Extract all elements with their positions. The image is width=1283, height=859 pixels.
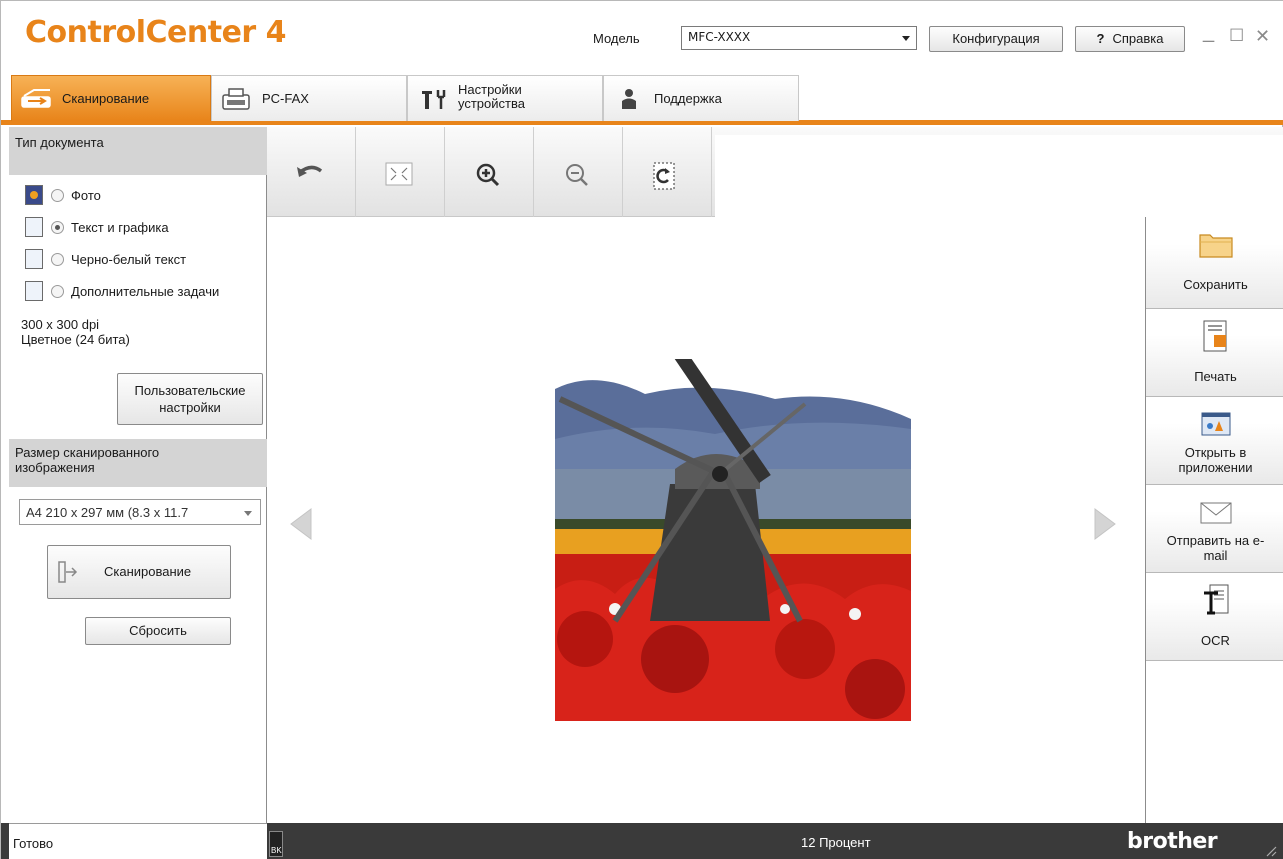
open-in-app-label: Открыть в приложении — [1178, 445, 1253, 475]
color-mode-value: Цветное (24 бита) — [21, 332, 130, 347]
custom-settings-label-2: настройки — [159, 400, 221, 415]
ink-label: BK — [271, 846, 282, 855]
model-label: Модель — [593, 31, 640, 46]
zoom-in-button[interactable] — [445, 127, 534, 217]
person-icon — [622, 89, 636, 109]
extra-tasks-doc-icon — [25, 281, 43, 301]
title-bar: ControlCenter 4 Модель MFC-XXXX Конфигур… — [1, 1, 1283, 71]
brand-logo: brother — [1127, 829, 1218, 854]
tab-device-settings[interactable]: Настройки устройства — [407, 75, 603, 121]
radio-text-graphics[interactable] — [51, 221, 64, 234]
status-area: Готово — [9, 823, 267, 859]
undo-button[interactable] — [267, 127, 356, 217]
resolution-info: 300 x 300 dpi Цветное (24 бита) — [21, 317, 130, 347]
print-label: Печать — [1194, 369, 1237, 384]
tab-support[interactable]: Поддержка — [603, 75, 799, 121]
tab-scan-label: Сканирование — [62, 91, 150, 106]
print-action-button[interactable]: Печать — [1146, 309, 1283, 397]
ocr-label: OCR — [1201, 633, 1230, 648]
tools-icon — [422, 90, 446, 109]
status-text: Готово — [13, 836, 54, 851]
radio-photo[interactable] — [51, 189, 64, 202]
scan-size-select[interactable]: A4 210 x 297 мм (8.3 x 11.7 — [19, 499, 261, 525]
photo-doc-icon — [25, 185, 43, 205]
model-select-value: MFC-XXXX — [688, 30, 751, 44]
fax-icon — [222, 88, 250, 110]
custom-settings-label-1: Пользовательские — [134, 383, 246, 398]
tab-pc-fax-label: PC-FAX — [262, 91, 309, 106]
scan-button-label: Сканирование — [104, 564, 192, 579]
tab-scan[interactable]: Сканирование — [11, 75, 211, 121]
configuration-button[interactable]: Конфигурация — [929, 26, 1063, 52]
document-type-header: Тип документа — [9, 127, 267, 175]
custom-settings-button[interactable]: Пользовательские настройки — [117, 373, 263, 425]
bw-text-doc-icon — [25, 249, 43, 269]
help-button[interactable]: ? Справка — [1075, 26, 1185, 52]
radio-bw-text[interactable] — [51, 253, 64, 266]
zoom-in-icon — [476, 163, 500, 187]
ocr-action-button[interactable]: OCR — [1146, 573, 1283, 661]
scan-size-header: Размер сканированного изображения — [9, 439, 267, 487]
doctype-text-graphics-label: Текст и графика — [71, 220, 169, 235]
close-icon[interactable]: ✕ — [1255, 26, 1270, 47]
chevron-down-icon — [244, 511, 252, 516]
scanner-icon — [21, 89, 51, 108]
save-label: Сохранить — [1183, 277, 1248, 292]
app-window-icon — [1201, 412, 1231, 436]
minimize-icon[interactable]: _ — [1203, 21, 1214, 44]
save-action-button[interactable]: Сохранить — [1146, 217, 1283, 309]
resize-grip-icon[interactable] — [1263, 843, 1277, 857]
doctype-bw-text-label: Черно-белый текст — [71, 252, 187, 267]
print-icon — [1203, 320, 1227, 352]
help-label: Справка — [1112, 31, 1164, 46]
next-page-arrow[interactable] — [1091, 507, 1119, 541]
open-in-app-action-button[interactable]: Открыть в приложении — [1146, 397, 1283, 485]
radio-extra-tasks[interactable] — [51, 285, 64, 298]
previous-page-arrow[interactable] — [287, 507, 315, 541]
window-controls: _ ☐ ✕ — [1201, 21, 1281, 53]
folder-icon — [1199, 234, 1233, 258]
zoom-percent: 12 Процент — [801, 835, 871, 850]
app-logo: ControlCenter 4 — [25, 15, 287, 50]
help-icon: ? — [1096, 31, 1105, 46]
reset-button[interactable]: Сбросить — [85, 617, 231, 645]
control-center-window: ControlCenter 4 Модель MFC-XXXX Конфигур… — [0, 0, 1283, 859]
doctype-photo-label: Фото — [71, 188, 101, 203]
send-email-label: Отправить на e-mail — [1166, 533, 1265, 563]
tab-device-settings-label: Настройки устройства — [458, 82, 525, 111]
tab-pc-fax[interactable]: PC-FAX — [211, 75, 407, 121]
scanned-windmill-image — [555, 359, 911, 721]
status-bar: Готово BK 12 Процент brother — [1, 823, 1283, 859]
model-select[interactable]: MFC-XXXX — [681, 26, 917, 50]
zoom-out-button[interactable] — [534, 127, 623, 217]
fit-to-window-button[interactable] — [356, 127, 445, 217]
tab-support-label: Поддержка — [654, 91, 722, 106]
ink-level-icon[interactable]: BK — [269, 831, 283, 857]
scan-icon — [58, 561, 78, 583]
fit-to-window-icon — [385, 162, 413, 186]
doctype-extra-tasks-label: Дополнительные задачи — [71, 284, 220, 299]
preview-toolbar — [267, 127, 1283, 217]
rotate-button[interactable] — [623, 127, 712, 217]
maximize-icon[interactable]: ☐ — [1229, 26, 1244, 46]
scan-settings-panel: Тип документа Фото Текст и графика Черно… — [9, 127, 267, 823]
ocr-icon — [1204, 584, 1229, 615]
toolbar-blank-area — [715, 135, 1283, 217]
scan-preview-area — [267, 217, 1145, 823]
tab-bar: Сканирование PC-FAX Настройки устройства… — [1, 71, 1283, 125]
action-panel: Сохранить Печать Открыть в приложении От… — [1145, 217, 1283, 823]
scan-size-value: A4 210 x 297 мм (8.3 x 11.7 — [26, 505, 189, 520]
envelope-icon — [1200, 502, 1232, 524]
scan-button[interactable]: Сканирование — [47, 545, 231, 599]
chevron-down-icon — [902, 36, 910, 41]
send-email-action-button[interactable]: Отправить на e-mail — [1146, 485, 1283, 573]
text-graphics-doc-icon — [25, 217, 43, 237]
undo-icon — [297, 165, 323, 177]
rotate-icon — [653, 162, 675, 190]
zoom-out-icon — [566, 164, 588, 186]
resolution-value: 300 x 300 dpi — [21, 317, 100, 332]
